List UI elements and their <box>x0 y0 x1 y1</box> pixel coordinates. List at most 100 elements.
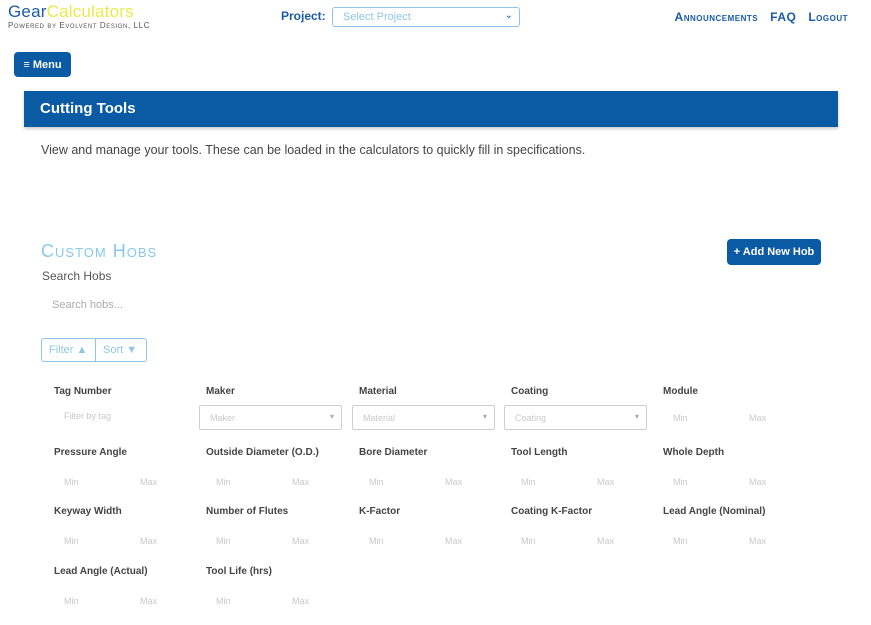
filter-label: Number of Flutes <box>206 506 289 517</box>
max-input[interactable]: Max <box>435 536 511 546</box>
chevron-down-icon: ▾ <box>634 412 639 421</box>
max-input[interactable]: Max <box>435 477 511 487</box>
nav-faq-link[interactable]: FAQ <box>770 10 796 24</box>
brand-title: GearCalculators <box>8 2 150 22</box>
max-input[interactable]: Max <box>739 536 815 546</box>
filter-row: Tag Number Filter by tag Maker Maker ▾ M… <box>54 386 814 446</box>
filter-keyway-width: Keyway Width Min Max <box>54 506 206 546</box>
sort-button-label: Sort <box>103 344 124 356</box>
min-input[interactable]: Min <box>206 536 282 546</box>
triangle-up-icon: ▲ <box>76 344 88 356</box>
page-title-banner: Cutting Tools <box>24 91 838 127</box>
nav-announcements-link[interactable]: Announcements <box>675 10 759 24</box>
min-max-inputs: Min Max <box>663 477 815 487</box>
max-input[interactable]: Max <box>587 477 663 487</box>
tag-number-input[interactable]: Filter by tag <box>54 411 206 421</box>
search-hobs-input[interactable] <box>42 293 342 317</box>
max-input[interactable]: Max <box>282 596 358 606</box>
filter-material: Material Material ▾ <box>352 386 511 430</box>
maker-select[interactable]: Maker ▾ <box>199 405 342 430</box>
min-input[interactable]: Min <box>359 536 435 546</box>
filter-row: Lead Angle (Actual) Min Max Tool Life (h… <box>54 566 814 625</box>
page-title: Cutting Tools <box>40 100 136 117</box>
material-select-placeholder: Material <box>363 413 396 423</box>
hamburger-icon: ≡ <box>23 58 30 71</box>
max-input[interactable]: Max <box>282 536 358 546</box>
filter-row: Pressure Angle Min Max Outside Diameter … <box>54 447 814 507</box>
min-input[interactable]: Min <box>663 413 739 423</box>
max-input[interactable]: Max <box>130 477 206 487</box>
min-input[interactable]: Min <box>663 536 739 546</box>
filter-tool-length: Tool Length Min Max <box>511 447 663 487</box>
min-input[interactable]: Min <box>511 536 587 546</box>
filter-lead-angle-actual: Lead Angle (Actual) Min Max <box>54 566 206 606</box>
max-input[interactable]: Max <box>587 536 663 546</box>
max-input[interactable]: Max <box>739 413 815 423</box>
filter-button-label: Filter <box>49 344 74 356</box>
nav-logout-link[interactable]: Logout <box>808 10 848 24</box>
min-max-inputs: Min Max <box>206 477 358 487</box>
filter-label: Pressure Angle <box>54 447 127 458</box>
intro-text: View and manage your tools. These can be… <box>41 143 586 157</box>
filter-label: Bore Diameter <box>359 447 428 458</box>
filter-label: Whole Depth <box>663 447 725 458</box>
filter-pressure-angle: Pressure Angle Min Max <box>54 447 206 487</box>
filter-tool-life: Tool Life (hrs) Min Max <box>206 566 358 606</box>
min-max-inputs: Min Max <box>206 596 358 606</box>
filter-sort-group: Filter ▲ Sort ▼ <box>41 338 147 362</box>
triangle-down-icon: ▼ <box>126 344 138 356</box>
min-input[interactable]: Min <box>54 596 130 606</box>
min-max-inputs: Min Max <box>54 536 206 546</box>
min-input[interactable]: Min <box>663 477 739 487</box>
min-max-inputs: Min Max <box>359 477 511 487</box>
min-max-inputs: Min Max <box>663 413 815 423</box>
filter-whole-depth: Whole Depth Min Max <box>663 447 815 487</box>
chevron-down-icon: ▾ <box>329 412 334 421</box>
min-max-inputs: Min Max <box>206 536 358 546</box>
filter-label: Outside Diameter (O.D.) <box>206 447 319 458</box>
filter-lead-angle-nominal: Lead Angle (Nominal) Min Max <box>663 506 815 546</box>
max-input[interactable]: Max <box>739 477 815 487</box>
brand-logo[interactable]: GearCalculators Powered by Evolvent Desi… <box>8 2 150 30</box>
chevron-down-icon: ⌄ <box>504 10 513 21</box>
min-max-inputs: Min Max <box>511 477 663 487</box>
filter-label: Keyway Width <box>54 506 122 517</box>
filter-number-of-flutes: Number of Flutes Min Max <box>206 506 358 546</box>
min-input[interactable]: Min <box>54 477 130 487</box>
max-input[interactable]: Max <box>130 596 206 606</box>
filter-label: Maker <box>206 386 235 397</box>
filter-label: K-Factor <box>359 506 401 517</box>
filter-button[interactable]: Filter ▲ <box>41 338 96 362</box>
coating-select[interactable]: Coating ▾ <box>504 405 647 430</box>
filter-module: Module Min Max <box>663 386 815 423</box>
search-hobs-label: Search Hobs <box>42 269 112 283</box>
filter-label: Lead Angle (Actual) <box>54 566 148 577</box>
filter-label: Coating K-Factor <box>511 506 593 517</box>
filter-label: Lead Angle (Nominal) <box>663 506 766 517</box>
filter-label: Module <box>663 386 698 397</box>
brand-subtitle: Powered by Evolvent Design, LLC <box>8 21 151 30</box>
min-input[interactable]: Min <box>359 477 435 487</box>
min-input[interactable]: Min <box>511 477 587 487</box>
filter-maker: Maker Maker ▾ <box>199 386 358 430</box>
filter-outside-diameter: Outside Diameter (O.D.) Min Max <box>206 447 358 487</box>
project-label: Project: <box>281 9 326 23</box>
min-input[interactable]: Min <box>206 596 282 606</box>
max-input[interactable]: Max <box>282 477 358 487</box>
filter-coating: Coating Coating ▾ <box>504 386 663 430</box>
filter-label: Tool Length <box>511 447 568 458</box>
material-select[interactable]: Material ▾ <box>352 405 495 430</box>
add-new-hob-button[interactable]: + Add New Hob <box>727 239 821 265</box>
top-nav: Announcements FAQ Logout <box>675 10 848 24</box>
filter-label: Tool Life (hrs) <box>206 566 272 577</box>
sort-button[interactable]: Sort ▼ <box>96 338 147 362</box>
menu-button[interactable]: ≡ Menu <box>14 52 71 77</box>
max-input[interactable]: Max <box>130 536 206 546</box>
chevron-down-icon: ▾ <box>482 412 487 421</box>
coating-select-placeholder: Coating <box>515 413 547 423</box>
project-select[interactable]: Select Project ⌄ <box>332 7 520 27</box>
min-input[interactable]: Min <box>206 477 282 487</box>
filter-tag-number: Tag Number Filter by tag <box>54 386 206 421</box>
min-max-inputs: Min Max <box>511 536 663 546</box>
min-input[interactable]: Min <box>54 536 130 546</box>
